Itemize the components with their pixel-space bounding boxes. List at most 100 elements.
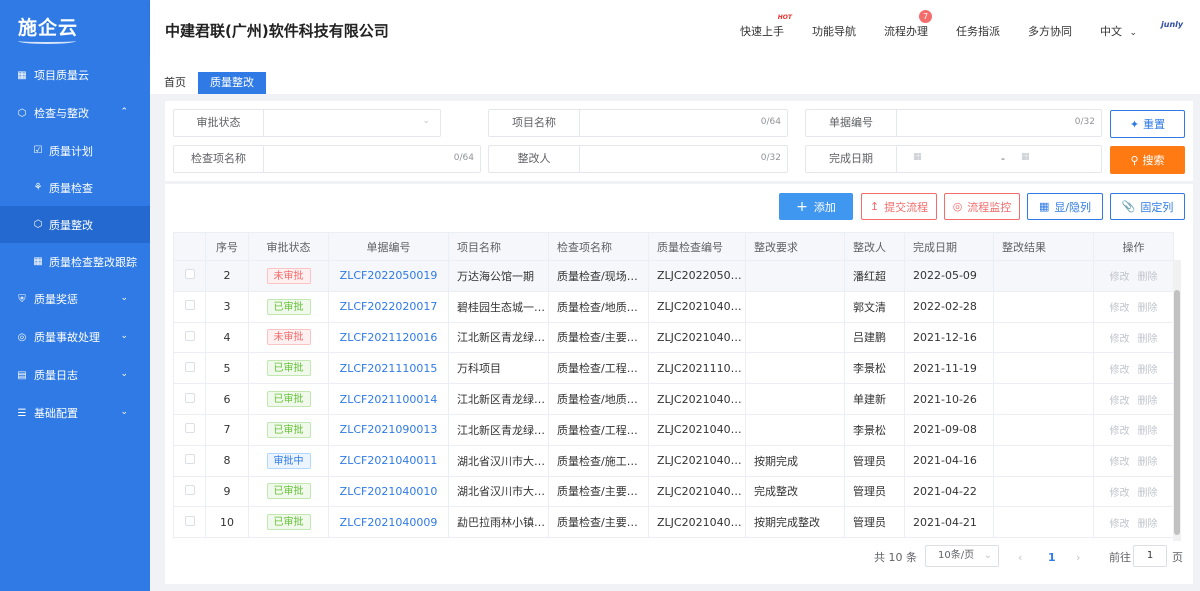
collaboration-link[interactable]: 多方协同	[1028, 23, 1072, 39]
completion-date-cell: 2021-04-22	[904, 475, 994, 508]
table-scrollbar[interactable]	[1173, 260, 1181, 541]
delete-button[interactable]: 删除	[1138, 396, 1158, 407]
scrollbar-thumb[interactable]	[1174, 290, 1180, 535]
add-button[interactable]: + 添加	[779, 193, 853, 220]
row-checkbox[interactable]	[184, 269, 195, 280]
delete-button[interactable]: 删除	[1138, 365, 1158, 376]
check-item-name-input[interactable]: 检查项名称 0/64	[173, 145, 481, 173]
table-row[interactable]: 4 未审批 ZLCF2021120016 江北新区青龙绿… 质量检查/主要… ZLJC20…	[173, 321, 1174, 354]
delete-button[interactable]: 删除	[1138, 488, 1158, 499]
tab-quality-rectify[interactable]: 质量整改	[198, 72, 266, 94]
doc-number-link[interactable]: ZLCF2021040011	[340, 454, 438, 467]
sidebar-item[interactable]: ▦ 质量检查整改跟踪	[0, 243, 150, 280]
hot-badge: HOT	[777, 14, 792, 21]
rectifier-cell: 李景松	[844, 413, 905, 446]
edit-button[interactable]: 修改	[1110, 272, 1130, 283]
row-checkbox[interactable]	[184, 361, 195, 372]
sidebar-item[interactable]: ⬡ 质量整改	[0, 206, 150, 243]
row-checkbox[interactable]	[184, 454, 195, 465]
doc-number-link[interactable]: ZLCF2021100014	[340, 393, 438, 406]
project-name-input[interactable]: 项目名称 0/64	[488, 109, 788, 137]
chevron-down-icon: ⌄	[1129, 28, 1138, 38]
goto-page-input[interactable]: 1	[1133, 545, 1167, 567]
delete-button[interactable]: 删除	[1138, 334, 1158, 345]
doc-number-link[interactable]: ZLCF2022050019	[340, 269, 438, 282]
delete-button[interactable]: 删除	[1138, 272, 1158, 283]
doc-number-input[interactable]: 单据编号 0/32	[805, 109, 1102, 137]
doc-number-link[interactable]: ZLCF2021120016	[340, 331, 438, 344]
language-select[interactable]: 中文 ⌄	[1100, 23, 1137, 39]
task-assign-link[interactable]: 任务指派	[956, 23, 1000, 39]
goto-label: 前往	[1109, 551, 1131, 564]
submit-flow-button[interactable]: ↥ 提交流程	[861, 193, 937, 220]
doc-number-link[interactable]: ZLCF2022020017	[340, 300, 438, 313]
tab-home[interactable]: 首页	[152, 72, 198, 94]
show-hide-columns-button[interactable]: ▦ 显/隐列	[1027, 193, 1103, 220]
prev-page-button[interactable]: ‹	[1018, 546, 1022, 568]
table-row[interactable]: 6 已审批 ZLCF2021100014 江北新区青龙绿… 质量检查/地质… ZLJC20…	[173, 383, 1174, 415]
row-checkbox[interactable]	[184, 300, 195, 311]
table-row[interactable]: 2 未审批 ZLCF2022050019 万达海公馆一期 质量检查/现场… ZLJC202…	[173, 260, 1174, 292]
next-page-button[interactable]: ›	[1076, 546, 1080, 568]
doc-number-link[interactable]: ZLCF2021110015	[340, 362, 438, 375]
rectifier-cell: 管理员	[844, 444, 905, 477]
table-row[interactable]: 8 审批中 ZLCF2021040011 湖北省汉川市大… 质量检查/施工… ZLJC20…	[173, 444, 1174, 477]
sidebar-item[interactable]: ▤ 质量日志 ⌄	[0, 356, 150, 394]
sidebar-item[interactable]: ⛨ 质量奖惩 ⌄	[0, 280, 150, 318]
row-checkbox[interactable]	[184, 484, 195, 495]
doc-number-link[interactable]: ZLCF2021090013	[340, 423, 438, 436]
sidebar-item[interactable]: ⬡ 检查与整改 ⌃	[0, 94, 150, 132]
delete-button[interactable]: 删除	[1138, 519, 1158, 530]
table-row[interactable]: 5 已审批 ZLCF2021110015 万科项目 质量检查/工程… ZLJC202111…	[173, 352, 1174, 385]
rectifier-cell: 单建新	[844, 383, 905, 415]
delete-button[interactable]: 删除	[1138, 303, 1158, 314]
table-row[interactable]: 7 已审批 ZLCF2021090013 江北新区青龙绿… 质量检查/工程… ZLJC20…	[173, 413, 1174, 446]
sidebar-item[interactable]: ◎ 质量事故处理 ⌄	[0, 318, 150, 356]
function-nav-link[interactable]: 功能导航	[812, 23, 856, 39]
check-number-cell: ZLJC20210400…	[648, 290, 746, 323]
page-size-select[interactable]: 10条/页 ⌄	[925, 545, 999, 567]
search-button[interactable]: ⚲ 搜索	[1110, 146, 1185, 174]
result-cell	[993, 383, 1094, 415]
sidebar-item[interactable]: ⚘ 质量检查	[0, 169, 150, 206]
total-count: 共 10 条	[874, 551, 917, 564]
flow-monitor-button[interactable]: ◎ 流程监控	[944, 193, 1020, 220]
fixed-column-button[interactable]: 📎 固定列	[1110, 193, 1185, 220]
edit-button[interactable]: 修改	[1110, 396, 1130, 407]
approval-status-select[interactable]: 审批状态 ⌄	[173, 109, 441, 137]
doc-number-link[interactable]: ZLCF2021040009	[340, 516, 438, 529]
edit-button[interactable]: 修改	[1110, 303, 1130, 314]
rectifier-cell: 郭文清	[844, 290, 905, 323]
table-row[interactable]: 10 已审批 ZLCF2021040009 勐巴拉雨林小镇… 质量检查/主要… ZLJC2…	[173, 506, 1174, 539]
process-handling-link[interactable]: 流程办理 7	[884, 10, 932, 39]
calendar-icon: ▦	[1021, 152, 1030, 162]
delete-button[interactable]: 删除	[1138, 457, 1158, 468]
doc-number-link[interactable]: ZLCF2021040010	[340, 485, 438, 498]
row-checkbox[interactable]	[184, 330, 195, 341]
page-number-current[interactable]: 1	[1048, 546, 1056, 568]
sidebar-item[interactable]: ▦ 项目质量云	[0, 56, 150, 94]
reset-button[interactable]: ✦ 重置	[1110, 110, 1185, 138]
table-row[interactable]: 9 已审批 ZLCF2021040010 湖北省汉川市大… 质量检查/主要… ZLJC20…	[173, 475, 1174, 508]
edit-button[interactable]: 修改	[1110, 334, 1130, 345]
quick-start-link[interactable]: 快速上手 HOT	[740, 14, 792, 39]
rectifier-input[interactable]: 整改人 0/32	[488, 145, 788, 173]
sidebar-item-label: 质量计划	[49, 144, 93, 158]
edit-button[interactable]: 修改	[1110, 519, 1130, 530]
completion-date-range[interactable]: 完成日期 ▦ - ▦	[805, 145, 1102, 173]
completion-date-cell: 2022-02-28	[904, 290, 994, 323]
sidebar-item[interactable]: ☰ 基础配置 ⌄	[0, 394, 150, 432]
process-count-badge: 7	[919, 10, 932, 23]
edit-button[interactable]: 修改	[1110, 457, 1130, 468]
table-row[interactable]: 3 已审批 ZLCF2022020017 碧桂园生态城一… 质量检查/地质… ZLJC20…	[173, 290, 1174, 323]
edit-button[interactable]: 修改	[1110, 488, 1130, 499]
edit-button[interactable]: 修改	[1110, 426, 1130, 437]
row-checkbox[interactable]	[184, 515, 195, 526]
row-checkbox[interactable]	[184, 392, 195, 403]
delete-button[interactable]: 删除	[1138, 426, 1158, 437]
paperclip-icon: 📎	[1121, 200, 1136, 213]
requirement-cell	[745, 413, 845, 446]
edit-button[interactable]: 修改	[1110, 365, 1130, 376]
row-checkbox[interactable]	[184, 423, 195, 434]
sidebar-item[interactable]: ☑ 质量计划	[0, 132, 150, 169]
